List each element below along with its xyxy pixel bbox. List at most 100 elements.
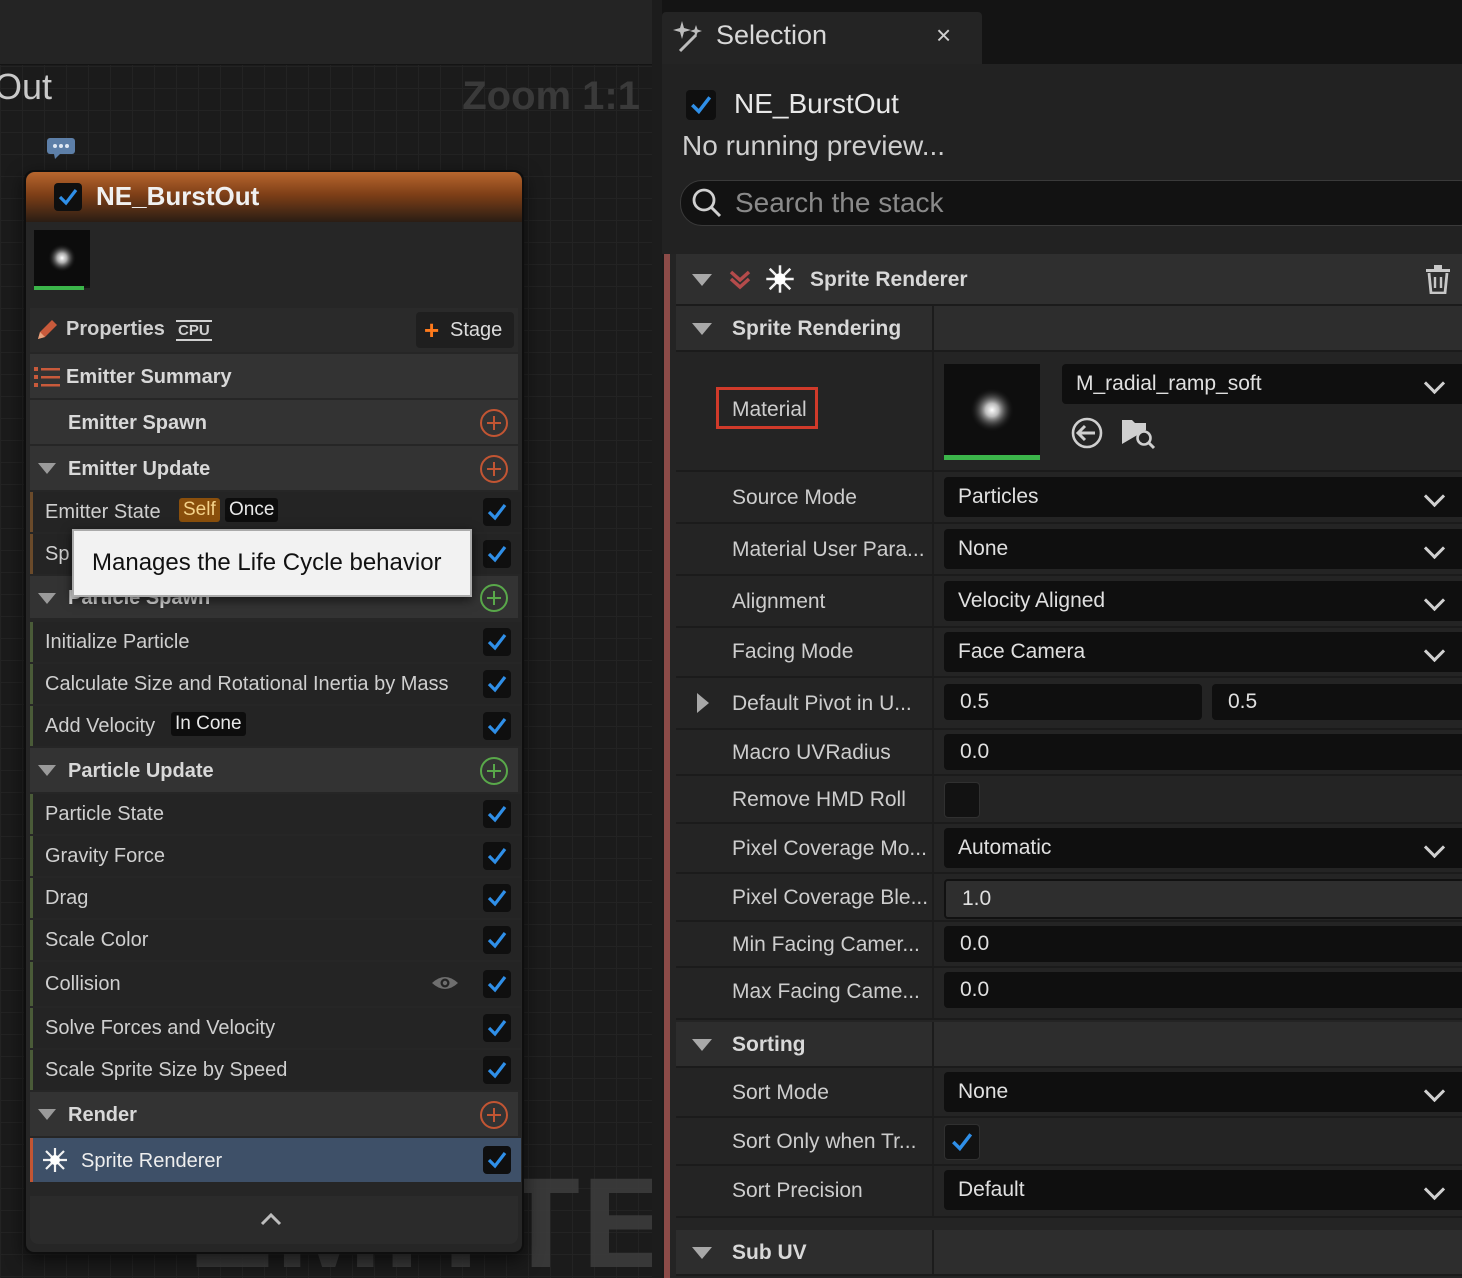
use-selected-asset-icon[interactable]	[1070, 416, 1104, 450]
module-solve-forces[interactable]: Solve Forces and Velocity	[30, 1008, 521, 1048]
column-splitter[interactable]	[932, 306, 934, 350]
module-enable-checkbox[interactable]	[483, 628, 511, 656]
module-scale-color[interactable]: Scale Color	[30, 920, 521, 960]
column-splitter[interactable]	[932, 874, 934, 920]
module-enable-checkbox[interactable]	[483, 1014, 511, 1042]
module-emitter-state[interactable]: Emitter State Self Once	[30, 492, 521, 532]
alignment-dropdown[interactable]: Velocity Aligned	[944, 581, 1462, 621]
eye-icon[interactable]	[431, 974, 459, 992]
source-mode-dropdown[interactable]: Particles	[944, 477, 1462, 517]
material-user-param-dropdown[interactable]: None	[944, 529, 1462, 569]
column-splitter[interactable]	[932, 776, 934, 822]
module-gravity-force[interactable]: Gravity Force	[30, 836, 521, 876]
sprite-renderer-item[interactable]: Sprite Renderer	[30, 1138, 521, 1182]
add-module-icon[interactable]	[480, 757, 508, 785]
category-sub-uv[interactable]: Sub UV	[676, 1230, 1462, 1276]
material-asset-picker[interactable]: M_radial_ramp_soft	[1062, 364, 1462, 404]
collapse-arrow-icon[interactable]	[38, 593, 56, 604]
max-facing-input[interactable]: 0.0	[944, 972, 1462, 1008]
facing-mode-dropdown[interactable]: Face Camera	[944, 632, 1462, 672]
emitter-summary-row[interactable]: Emitter Summary	[30, 354, 518, 398]
column-splitter[interactable]	[932, 1230, 934, 1274]
add-stage-button[interactable]: + Stage	[416, 312, 514, 348]
browse-asset-icon[interactable]	[1120, 414, 1156, 450]
comment-icon[interactable]	[46, 137, 76, 159]
render-row[interactable]: Render	[30, 1092, 518, 1136]
add-renderer-icon[interactable]	[480, 1101, 508, 1129]
emitter-enable-checkbox[interactable]	[54, 183, 82, 211]
column-splitter[interactable]	[932, 730, 934, 774]
category-sorting[interactable]: Sorting	[676, 1022, 1462, 1068]
renderer-header[interactable]: Sprite Renderer	[676, 254, 1462, 306]
material-thumbnail[interactable]	[944, 364, 1040, 460]
emitter-spawn-row[interactable]: Emitter Spawn	[30, 400, 518, 444]
module-enable-checkbox[interactable]	[483, 670, 511, 698]
column-splitter[interactable]	[932, 678, 934, 728]
column-splitter[interactable]	[932, 628, 934, 676]
close-icon[interactable]: ×	[936, 20, 951, 51]
column-splitter[interactable]	[932, 352, 934, 470]
collapse-arrow-icon[interactable]	[692, 323, 712, 335]
column-splitter[interactable]	[932, 968, 934, 1018]
add-module-icon[interactable]	[480, 584, 508, 612]
add-module-icon[interactable]	[480, 455, 508, 483]
pivot-x-input[interactable]: 0.5	[944, 684, 1202, 720]
column-splitter[interactable]	[932, 824, 934, 872]
macro-uv-radius-input[interactable]: 0.0	[944, 734, 1462, 770]
category-sprite-rendering[interactable]: Sprite Rendering	[676, 306, 1462, 352]
sort-precision-dropdown[interactable]: Default	[944, 1170, 1462, 1210]
collapse-arrow-icon[interactable]	[692, 1039, 712, 1051]
node-header[interactable]: NE_BurstOut	[26, 172, 522, 222]
module-enable-checkbox[interactable]	[483, 800, 511, 828]
emitter-node[interactable]: NE_BurstOut Properties CPU + Stage Emitt…	[24, 170, 524, 1254]
pixel-coverage-mode-dropdown[interactable]: Automatic	[944, 828, 1462, 868]
module-enable-checkbox[interactable]	[483, 1056, 511, 1084]
add-module-icon[interactable]	[480, 409, 508, 437]
module-add-velocity[interactable]: Add Velocity In Cone	[30, 706, 521, 746]
collapse-arrow-icon[interactable]	[38, 765, 56, 776]
column-splitter[interactable]	[932, 1068, 934, 1116]
emitter-thumbnail[interactable]	[34, 230, 90, 288]
module-particle-state[interactable]: Particle State	[30, 794, 521, 834]
column-splitter[interactable]	[932, 576, 934, 626]
column-splitter[interactable]	[932, 1118, 934, 1164]
collapse-arrow-icon[interactable]	[692, 1247, 712, 1259]
renderer-enable-checkbox[interactable]	[483, 1146, 511, 1174]
column-splitter[interactable]	[932, 1166, 934, 1216]
trash-icon[interactable]	[1424, 264, 1452, 294]
collapse-arrow-icon[interactable]	[38, 463, 56, 474]
emitter-update-row[interactable]: Emitter Update	[30, 446, 518, 490]
module-initialize-particle[interactable]: Initialize Particle	[30, 622, 521, 662]
column-splitter[interactable]	[932, 472, 934, 522]
sort-mode-dropdown[interactable]: None	[944, 1072, 1462, 1112]
module-enable-checkbox[interactable]	[483, 926, 511, 954]
module-enable-checkbox[interactable]	[483, 970, 511, 998]
module-enable-checkbox[interactable]	[483, 540, 511, 568]
column-splitter[interactable]	[932, 524, 934, 574]
module-scale-sprite-size[interactable]: Scale Sprite Size by Speed	[30, 1050, 521, 1090]
particle-update-row[interactable]: Particle Update	[30, 748, 518, 792]
module-calculate-size[interactable]: Calculate Size and Rotational Inertia by…	[30, 664, 521, 704]
expand-arrow-icon[interactable]	[696, 692, 710, 714]
module-enable-checkbox[interactable]	[483, 842, 511, 870]
pivot-y-input[interactable]: 0.5	[1212, 684, 1462, 720]
module-drag[interactable]: Drag	[30, 878, 521, 918]
stack-search-input[interactable]: Search the stack	[680, 180, 1462, 226]
module-collision[interactable]: Collision	[30, 962, 521, 1006]
pixel-coverage-blend-input[interactable]: 1.0	[944, 879, 1462, 919]
sort-only-translucent-checkbox[interactable]	[944, 1124, 980, 1160]
properties-row[interactable]: Properties CPU + Stage	[30, 308, 518, 352]
column-splitter[interactable]	[932, 1022, 934, 1066]
remove-hmd-roll-checkbox[interactable]	[944, 782, 980, 818]
module-enable-checkbox[interactable]	[483, 884, 511, 912]
column-splitter[interactable]	[932, 922, 934, 966]
collapse-node-icon[interactable]	[260, 1212, 282, 1226]
module-enable-checkbox[interactable]	[483, 498, 511, 526]
selection-enable-checkbox[interactable]	[686, 90, 716, 120]
collapse-arrow-icon[interactable]	[38, 1109, 56, 1120]
graph-canvas[interactable]: Out Zoom 1:1 EMITTER NE_BurstOut Propert…	[0, 0, 652, 1278]
min-facing-input[interactable]: 0.0	[944, 926, 1462, 962]
module-enable-checkbox[interactable]	[483, 712, 511, 740]
tab-selection[interactable]: Selection ×	[662, 12, 982, 64]
collapse-arrow-icon[interactable]	[692, 274, 712, 286]
